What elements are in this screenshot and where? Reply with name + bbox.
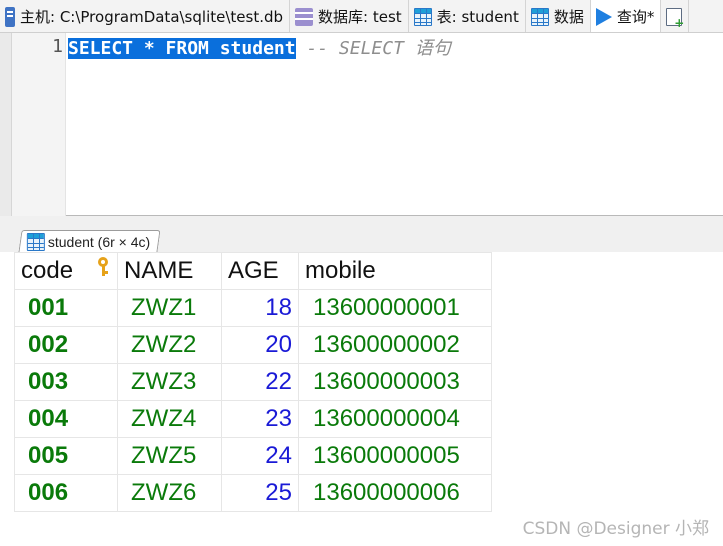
table-row[interactable]: 006 ZWZ6 25 13600000006 [14, 474, 492, 512]
tab-bar: 主机: C:\ProgramData\sqlite\test.db 数据库: t… [0, 0, 723, 33]
host-icon [5, 6, 15, 27]
cell-code[interactable]: 005 [14, 437, 118, 475]
cell-mobile[interactable]: 13600000006 [298, 474, 492, 512]
result-tab-label: student (6r × 4c) [47, 233, 151, 250]
cell-code[interactable]: 002 [14, 326, 118, 364]
cell-mobile[interactable]: 13600000005 [298, 437, 492, 475]
tab-data[interactable]: 数据 [526, 0, 591, 32]
cell-code[interactable]: 003 [14, 363, 118, 401]
table-row[interactable]: 004 ZWZ4 23 13600000004 [14, 400, 492, 438]
result-tab-student[interactable]: student (6r × 4c) [18, 230, 161, 252]
table-row[interactable]: 003 ZWZ3 22 13600000003 [14, 363, 492, 401]
cell-age[interactable]: 18 [221, 289, 299, 327]
cell-code[interactable]: 006 [14, 474, 118, 512]
cell-mobile[interactable]: 13600000002 [298, 326, 492, 364]
result-table-icon [26, 232, 45, 251]
cell-age[interactable]: 20 [221, 326, 299, 364]
cell-mobile[interactable]: 13600000004 [298, 400, 492, 438]
cell-age[interactable]: 25 [221, 474, 299, 512]
tab-host-label: 主机: C:\ProgramData\sqlite\test.db [20, 8, 284, 26]
grid-header-row: code NAME AGE mobile [14, 252, 492, 290]
selected-sql-text[interactable]: SELECT * FROM student [68, 38, 296, 59]
cell-name[interactable]: ZWZ6 [117, 474, 222, 512]
column-header-code-label: code [21, 257, 74, 284]
play-icon [595, 7, 612, 26]
cell-mobile[interactable]: 13600000003 [298, 363, 492, 401]
primary-key-icon [97, 257, 109, 277]
sql-editor[interactable]: 1 SELECT * FROM student -- SELECT 语句 [0, 33, 723, 216]
column-header-mobile[interactable]: mobile [298, 252, 492, 290]
tab-table-label: 表: student [436, 8, 519, 26]
cell-age[interactable]: 22 [221, 363, 299, 401]
result-tab-bar: student (6r × 4c) [0, 216, 723, 252]
cell-mobile[interactable]: 13600000001 [298, 289, 492, 327]
new-query-icon [666, 7, 684, 30]
cell-age[interactable]: 23 [221, 400, 299, 438]
line-number-gutter: 1 [12, 33, 66, 216]
watermark: CSDN @Designer 小郑 [522, 519, 709, 539]
cell-name[interactable]: ZWZ4 [117, 400, 222, 438]
column-header-name[interactable]: NAME [117, 252, 222, 290]
table-row[interactable]: 002 ZWZ2 20 13600000002 [14, 326, 492, 364]
cell-name[interactable]: ZWZ3 [117, 363, 222, 401]
tab-database[interactable]: 数据库: test [290, 0, 409, 32]
table-icon [413, 7, 432, 26]
cell-age[interactable]: 24 [221, 437, 299, 475]
tab-data-label: 数据 [553, 8, 584, 26]
database-icon [295, 7, 314, 26]
cell-name[interactable]: ZWZ1 [117, 289, 222, 327]
tab-new-query[interactable] [661, 0, 690, 32]
code-line[interactable]: SELECT * FROM student -- SELECT 语句 [68, 36, 451, 61]
tab-host[interactable]: 主机: C:\ProgramData\sqlite\test.db [0, 0, 291, 32]
column-header-code[interactable]: code [14, 252, 118, 290]
cell-name[interactable]: ZWZ2 [117, 326, 222, 364]
editor-side-strip [0, 33, 12, 216]
column-header-age[interactable]: AGE [221, 252, 299, 290]
result-grid: code NAME AGE mobile 001 ZWZ1 18 1360000… [14, 252, 492, 512]
data-grid-icon [530, 7, 549, 26]
cell-code[interactable]: 004 [14, 400, 118, 438]
table-row[interactable]: 005 ZWZ5 24 13600000005 [14, 437, 492, 475]
tab-database-label: 数据库: test [318, 8, 402, 26]
table-row[interactable]: 001 ZWZ1 18 13600000001 [14, 289, 492, 327]
cell-name[interactable]: ZWZ5 [117, 437, 222, 475]
tab-table[interactable]: 表: student [409, 0, 526, 32]
sql-comment[interactable]: -- SELECT 语句 [296, 38, 450, 59]
cell-code[interactable]: 001 [14, 289, 118, 327]
line-number: 1 [52, 36, 63, 57]
tab-query-label: 查询* [616, 8, 655, 26]
tab-query[interactable]: 查询* [590, 0, 662, 32]
